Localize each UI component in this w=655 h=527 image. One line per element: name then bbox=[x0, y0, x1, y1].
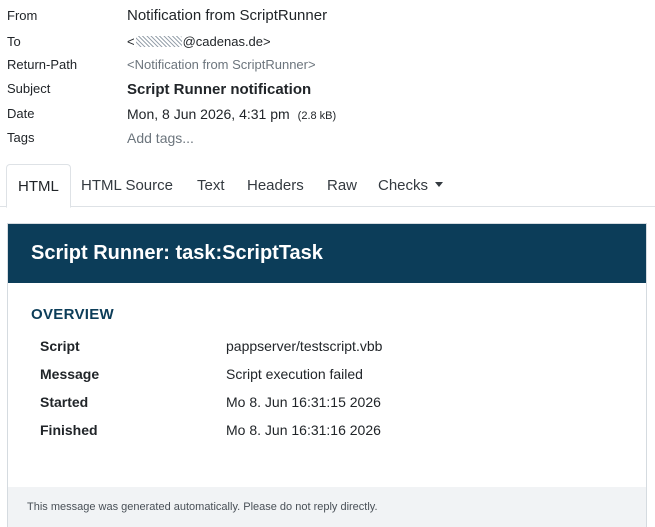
date-text: Mon, 8 Jun 2026, 4:31 pm bbox=[127, 106, 290, 122]
email-body: Script Runner: task:ScriptTask OVERVIEW … bbox=[7, 223, 647, 527]
to-label: To bbox=[7, 34, 21, 49]
view-tabs: HTML HTML Source Text Headers Raw Checks bbox=[0, 164, 655, 208]
overview-row-finished: Finished Mo 8. Jun 16:31:16 2026 bbox=[8, 422, 646, 442]
header-subject-row: Subject Script Runner notification bbox=[0, 81, 655, 103]
overview-row-started: Started Mo 8. Jun 16:31:15 2026 bbox=[8, 394, 646, 414]
return-path-label: Return-Path bbox=[7, 57, 78, 72]
to-domain: @cadenas.de> bbox=[182, 34, 271, 49]
row-value: Mo 8. Jun 16:31:16 2026 bbox=[226, 422, 381, 438]
overview-row-message: Message Script execution failed bbox=[8, 366, 646, 386]
from-label: From bbox=[7, 8, 38, 23]
tags-label: Tags bbox=[7, 130, 35, 145]
header-return-path-row: Return-Path <Notification from ScriptRun… bbox=[0, 57, 655, 79]
email-footer: This message was generated automatically… bbox=[8, 487, 646, 527]
row-key: Message bbox=[40, 366, 100, 382]
caret-down-icon bbox=[435, 182, 444, 187]
date-value: Mon, 8 Jun 2026, 4:31 pm (2.8 kB) bbox=[127, 106, 336, 122]
tab-headers[interactable]: Headers bbox=[236, 164, 315, 207]
from-value[interactable]: Notification from ScriptRunner bbox=[127, 7, 327, 24]
row-key: Script bbox=[40, 338, 80, 354]
email-banner-title: Script Runner: task:ScriptTask bbox=[8, 224, 646, 283]
row-key: Finished bbox=[40, 422, 98, 438]
tab-html[interactable]: HTML bbox=[6, 164, 71, 208]
to-value[interactable]: < @cadenas.de> bbox=[127, 34, 271, 49]
tab-raw[interactable]: Raw bbox=[316, 164, 368, 207]
header-to-row: To < @cadenas.de> bbox=[0, 34, 655, 56]
header-date-row: Date Mon, 8 Jun 2026, 4:31 pm (2.8 kB) bbox=[0, 106, 655, 128]
message-size: (2.8 kB) bbox=[297, 110, 337, 122]
overview-heading: OVERVIEW bbox=[31, 306, 114, 323]
return-path-value: <Notification from ScriptRunner> bbox=[127, 57, 316, 72]
tab-text[interactable]: Text bbox=[186, 164, 236, 207]
redacted-text bbox=[135, 36, 182, 47]
subject-label: Subject bbox=[7, 81, 51, 96]
tab-checks[interactable]: Checks bbox=[367, 164, 454, 207]
row-key: Started bbox=[40, 394, 89, 410]
header-from-row: From Notification from ScriptRunner bbox=[0, 7, 655, 30]
row-value: pappserver/testscript.vbb bbox=[226, 338, 383, 354]
date-label: Date bbox=[7, 106, 35, 121]
tab-html-source[interactable]: HTML Source bbox=[70, 164, 184, 207]
row-value: Script execution failed bbox=[226, 366, 363, 382]
add-tags-input[interactable]: Add tags... bbox=[127, 130, 194, 146]
subject-value: Script Runner notification bbox=[127, 81, 312, 98]
header-tags-row: Tags Add tags... bbox=[0, 130, 655, 152]
row-value: Mo 8. Jun 16:31:15 2026 bbox=[226, 394, 381, 410]
overview-row-script: Script pappserver/testscript.vbb bbox=[8, 338, 646, 358]
tab-checks-label: Checks bbox=[378, 177, 429, 194]
to-prefix: < bbox=[127, 34, 135, 49]
